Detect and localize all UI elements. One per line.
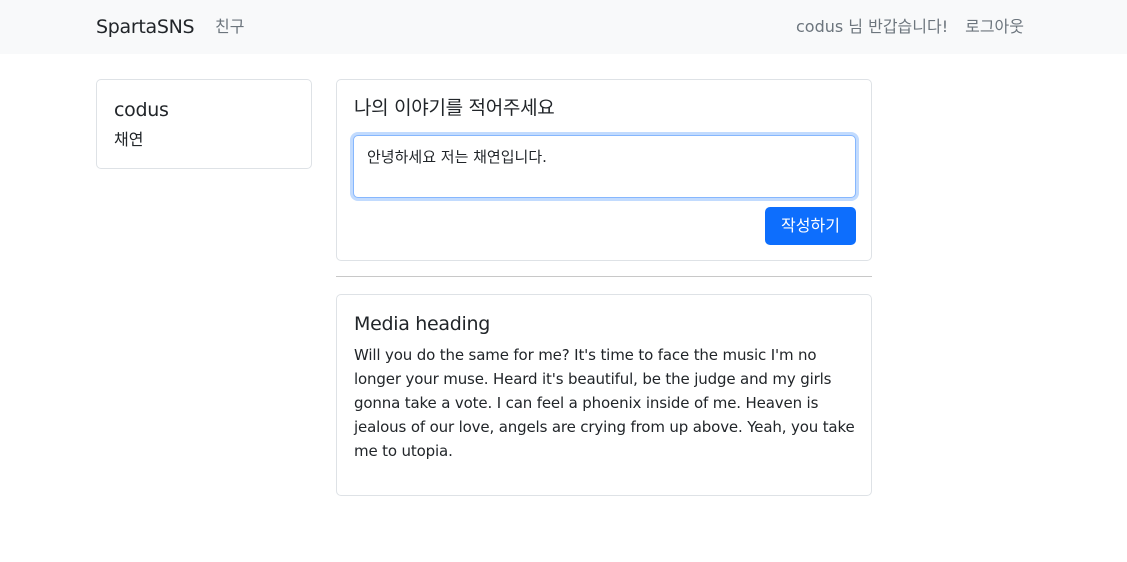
post-body-text: Will you do the same for me? It's time t… xyxy=(354,346,855,460)
top-navbar: SpartaSNS 친구 codus 님 반갑습니다! 로그아웃 xyxy=(0,0,1127,54)
profile-card: codus 채연 xyxy=(96,79,312,169)
profile-nickname: 채연 xyxy=(114,130,144,149)
post-content-input[interactable]: 안녕하세요 저는 채연입니다. xyxy=(353,135,856,198)
post-card: Media heading Will you do the same for m… xyxy=(336,294,872,496)
brand-link[interactable]: SpartaSNS xyxy=(96,15,195,39)
greeting-text: codus 님 반갑습니다! xyxy=(795,17,949,36)
submit-post-button[interactable]: 작성하기 xyxy=(765,207,856,245)
composer-title: 나의 이야기를 적어주세요 xyxy=(354,97,555,119)
section-divider xyxy=(336,276,872,277)
nav-link-friends[interactable]: 친구 xyxy=(215,15,244,39)
profile-username: codus xyxy=(114,99,169,121)
post-composer-card: 나의 이야기를 적어주세요 안녕하세요 저는 채연입니다. 작성하기 xyxy=(336,79,872,261)
nav-user-area: codus 님 반갑습니다! 로그아웃 xyxy=(796,15,1024,39)
post-heading: Media heading xyxy=(354,313,491,335)
logout-link[interactable]: 로그아웃 xyxy=(965,15,1024,39)
